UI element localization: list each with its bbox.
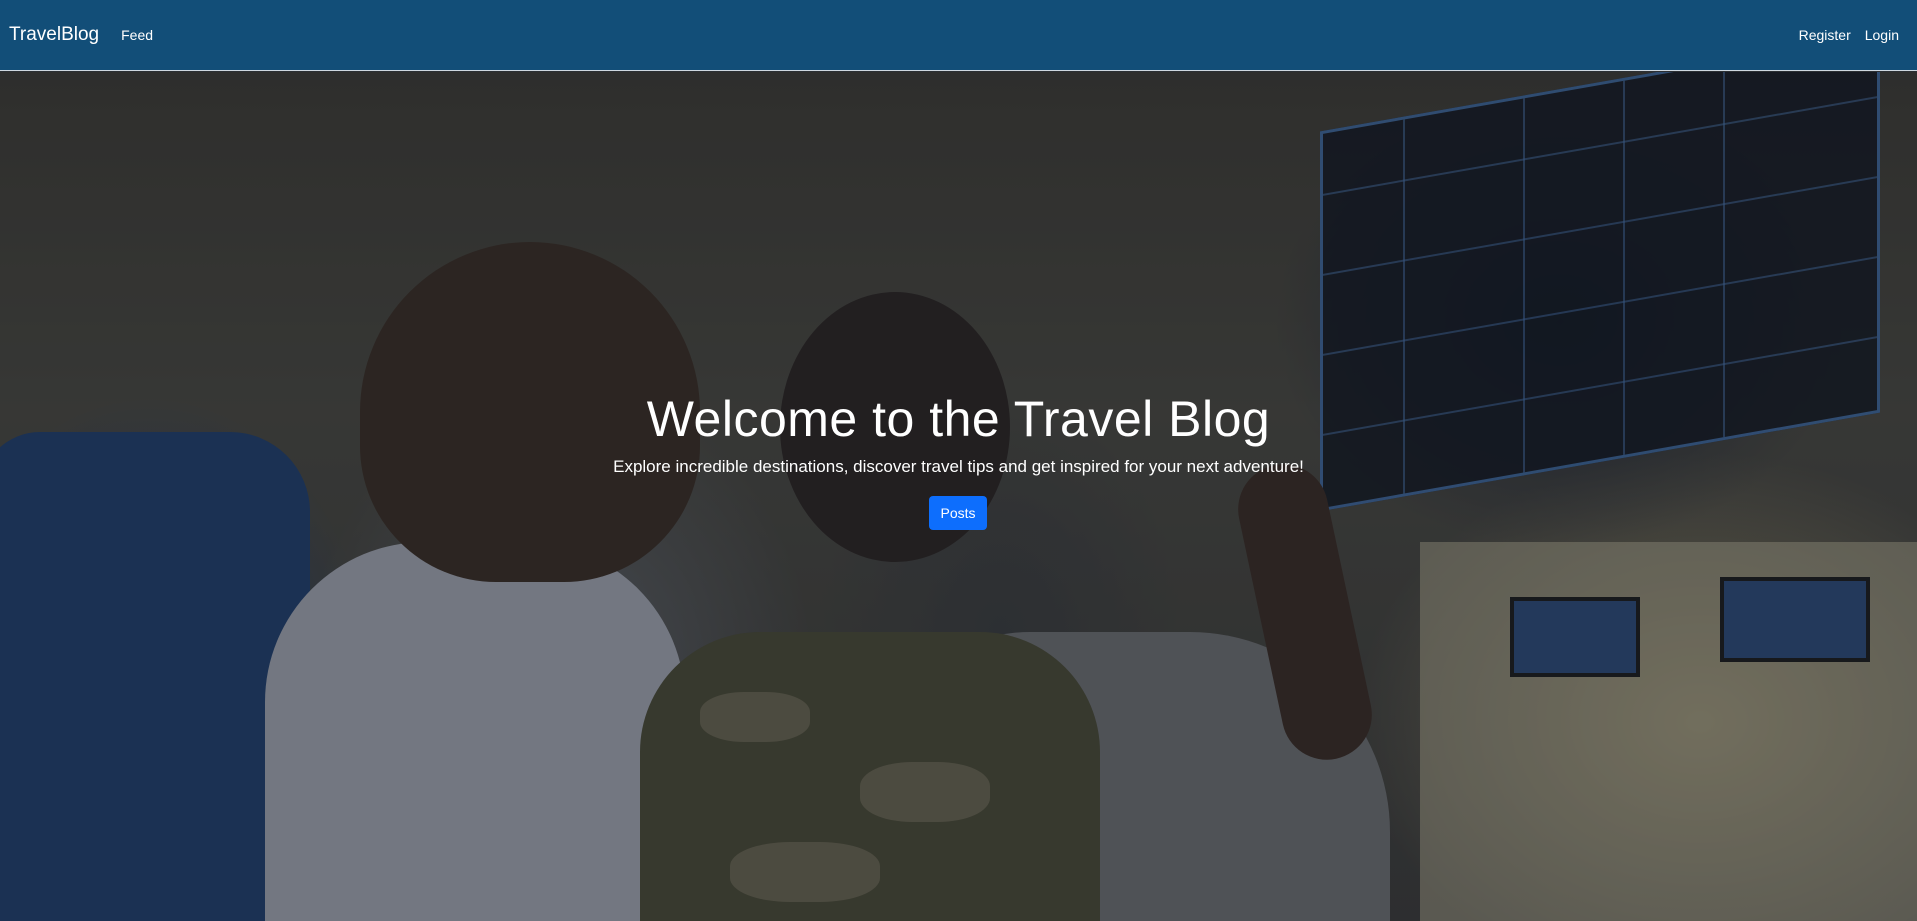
nav-link-register[interactable]: Register (1799, 27, 1851, 43)
posts-button[interactable]: Posts (929, 496, 987, 530)
brand-link[interactable]: TravelBlog (9, 24, 99, 46)
nav-link-login[interactable]: Login (1865, 27, 1899, 43)
nav-right-group: Register Login (1799, 27, 1899, 43)
nav-link-feed[interactable]: Feed (121, 27, 153, 43)
top-navbar: TravelBlog Feed Register Login (0, 0, 1917, 71)
hero-subtitle: Explore incredible destinations, discove… (613, 457, 1304, 476)
hero-title: Welcome to the Travel Blog (646, 391, 1271, 447)
